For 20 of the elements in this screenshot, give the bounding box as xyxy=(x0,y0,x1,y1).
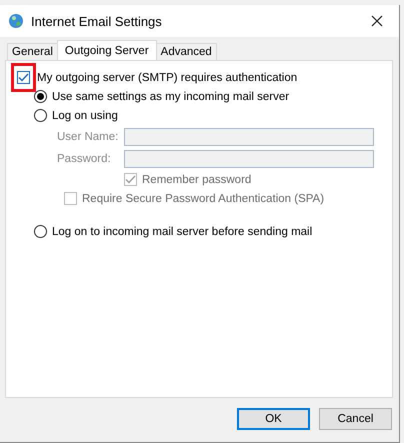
dialog-button[interactable]: Cancel xyxy=(319,408,392,430)
dialog-button[interactable]: OK xyxy=(237,408,310,430)
close-icon xyxy=(371,15,383,27)
radio-label: Log on to incoming mail server before sending mail xyxy=(52,226,312,238)
radio-button[interactable] xyxy=(34,109,47,122)
tab[interactable]: Outgoing Server xyxy=(56,40,157,60)
globe-icon xyxy=(8,13,24,29)
window-title: Internet Email Settings xyxy=(31,14,163,28)
checkbox[interactable] xyxy=(17,71,30,84)
field-label: User Name: xyxy=(57,131,120,143)
radio-label: Log on using xyxy=(52,110,118,122)
radio-label: Use same settings as my incoming mail server xyxy=(52,90,290,102)
field-label: Password: xyxy=(57,153,112,165)
radio-button[interactable] xyxy=(34,90,47,103)
tab[interactable]: General xyxy=(7,43,58,60)
checkbox-label: Require Secure Password Authentication (SPA) xyxy=(82,192,324,204)
checkbox-label: Remember password xyxy=(142,174,252,186)
radio-button[interactable] xyxy=(34,225,47,238)
checkbox-label: My outgoing server (SMTP) requires authentication xyxy=(37,72,298,84)
tab[interactable]: Advanced xyxy=(156,43,217,60)
